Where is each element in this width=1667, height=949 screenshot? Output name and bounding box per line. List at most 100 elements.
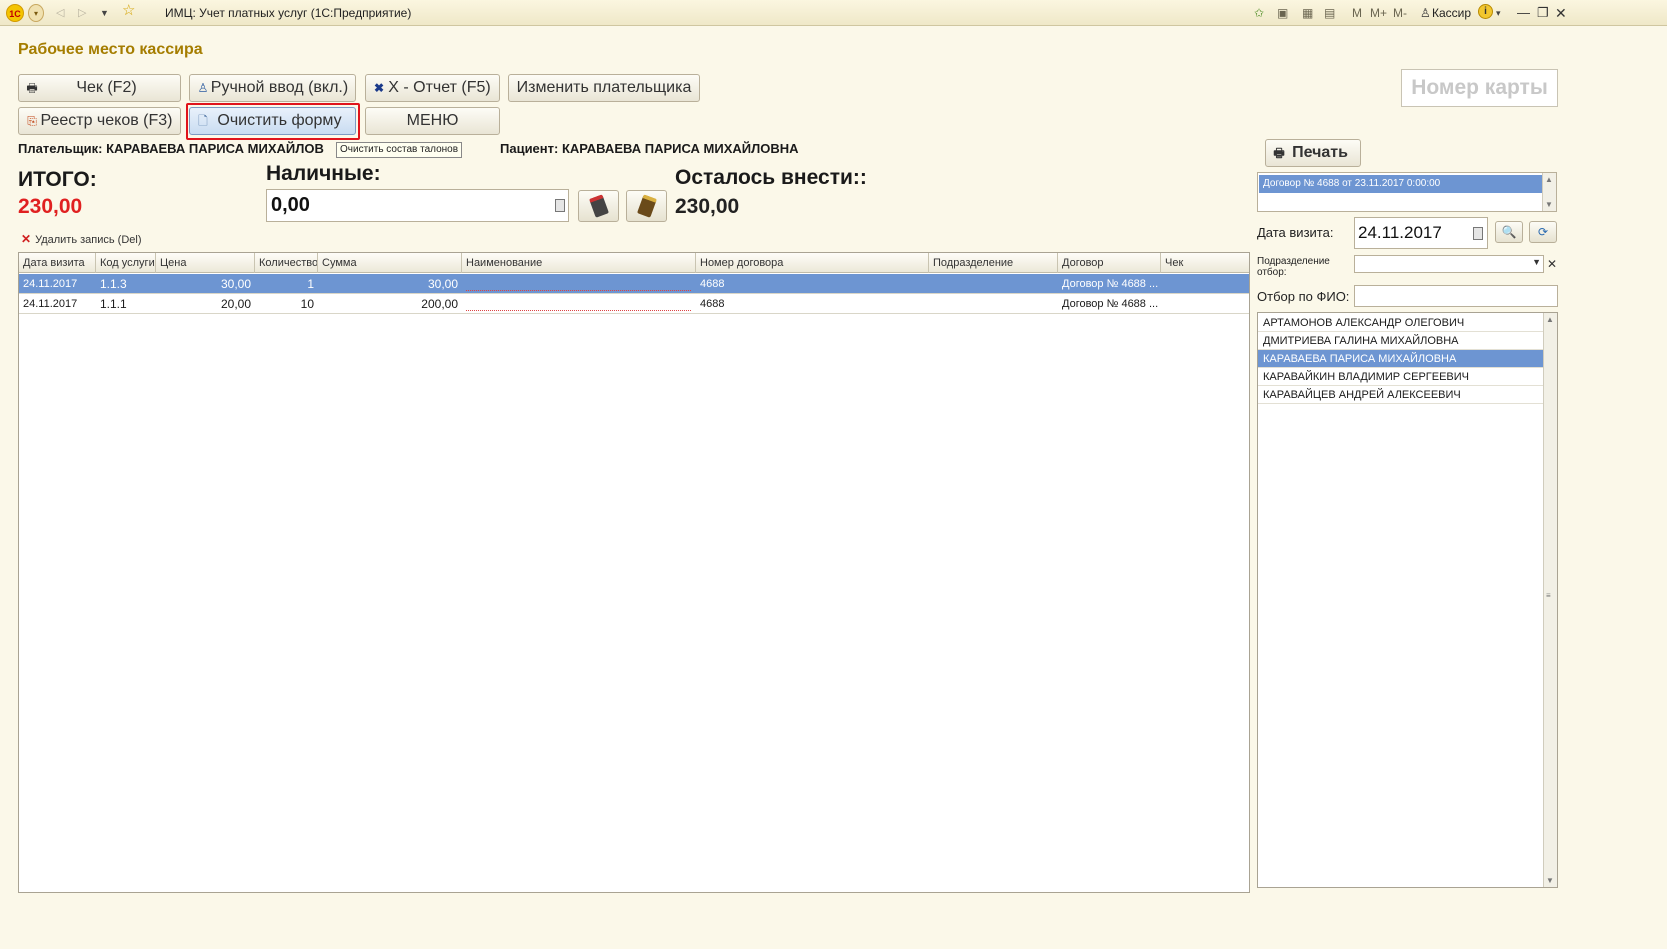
cell-contract-number: 4688 [700, 298, 725, 310]
cell-sum: 200,00 [421, 297, 458, 311]
receipt-registry-button[interactable]: ⎘ Реестр чеков (F3) [18, 107, 181, 135]
memory-m-plus-button[interactable]: M+ [1370, 4, 1387, 22]
change-payer-button[interactable]: Изменить плательщика [508, 74, 700, 102]
list-item[interactable]: ДМИТРИЕВА ГАЛИНА МИХАЙЛОВНА [1258, 332, 1544, 350]
scroll-down-icon[interactable]: ▼ [1546, 876, 1554, 885]
payer-label: Плательщик: КАРАВАЕВА ПАРИСА МИХАЙЛОВ [18, 141, 324, 156]
col-quantity[interactable]: Количество [255, 253, 318, 273]
patients-list[interactable]: АРТАМОНОВ АЛЕКСАНДР ОЛЕГОВИЧ ДМИТРИЕВА Г… [1257, 312, 1558, 888]
col-visit-date[interactable]: Дата визита [19, 253, 96, 273]
receipt-button[interactable]: 🖶 Чек (F2) [18, 74, 181, 102]
scroll-up-icon[interactable]: ▲ [1545, 175, 1553, 184]
cell-code: 1.1.3 [100, 277, 127, 291]
history-dropdown-icon[interactable]: ▼ [100, 4, 109, 22]
col-name[interactable]: Наименование [462, 253, 696, 273]
info-dropdown-icon[interactable]: ▾ [1496, 4, 1501, 22]
form-title: Рабочее место кассира [18, 41, 203, 58]
cell-contract: Договор № 4688 ... [1062, 278, 1159, 290]
cell-name [462, 294, 696, 314]
calculator-icon[interactable] [555, 199, 565, 212]
back-arrow-icon[interactable]: ◁ [56, 4, 64, 22]
clear-form-button[interactable]: 🗋 Очистить форму [189, 107, 356, 135]
list-item[interactable]: КАРАВАЙКИН ВЛАДИМИР СЕРГЕЕВИЧ [1258, 368, 1544, 386]
delete-record-button[interactable]: ✕ Удалить запись (Del) [21, 232, 142, 246]
col-contract[interactable]: Договор [1058, 253, 1161, 273]
cell-sum: 30,00 [427, 277, 458, 291]
contract-item[interactable]: Договор № 4688 от 23.11.2017 0:00:00 [1259, 175, 1543, 193]
clear-filter-icon[interactable]: ✕ [1546, 255, 1558, 273]
cell-name [462, 274, 696, 294]
contracts-scrollbar[interactable]: ▲ ▼ [1542, 173, 1556, 211]
search-icon: 🔍 [1501, 225, 1517, 239]
services-table[interactable]: Дата визита Код услуги Цена Количество С… [18, 252, 1250, 893]
chevron-down-icon[interactable]: ▼ [1532, 257, 1541, 267]
patients-scrollbar[interactable]: ▲ ≡ ▼ [1543, 313, 1557, 887]
x-report-button[interactable]: ✖ X - Отчет (F5) [365, 74, 500, 102]
title-bar: 1C ▾ ◁ ▷ ▼ ☆ ИМЦ: Учет платных услуг (1С… [0, 0, 1667, 26]
remaining-label: Осталось внести:: [675, 166, 867, 189]
department-filter-select[interactable]: ▼ [1354, 255, 1544, 273]
list-item[interactable]: АРТАМОНОВ АЛЕКСАНДР ОЛЕГОВИЧ [1258, 314, 1544, 332]
col-contract-number[interactable]: Номер договора [696, 253, 929, 273]
cell-price: 20,00 [220, 297, 251, 311]
remaining-value: 230,00 [675, 195, 740, 218]
card-number-field[interactable]: Номер карты [1401, 69, 1558, 107]
fio-filter-input[interactable] [1354, 285, 1558, 307]
cell-date: 24.11.2017 [23, 278, 78, 290]
card-terminal-button[interactable] [578, 190, 619, 222]
menu-button[interactable]: МЕНЮ [365, 107, 500, 135]
cash-label: Наличные: [266, 162, 381, 185]
forward-arrow-icon[interactable]: ▷ [78, 4, 86, 22]
current-user-label[interactable]: Кассир [1432, 4, 1471, 22]
cell-quantity: 10 [300, 297, 314, 311]
pos-terminal-button[interactable] [626, 190, 667, 222]
search-date-button[interactable]: 🔍 [1495, 221, 1523, 243]
col-receipt[interactable]: Чек [1161, 253, 1249, 273]
pos-terminal-icon [636, 194, 657, 218]
table-row[interactable]: 24.11.2017 1.1.1 20,00 10 200,00 4688 До… [19, 294, 1249, 314]
memory-m-button[interactable]: M [1352, 4, 1362, 22]
col-department[interactable]: Подразделение [929, 253, 1058, 273]
manual-input-button[interactable]: ♙ Ручной ввод (вкл.) [189, 74, 356, 102]
refresh-icon: ⟳ [1537, 225, 1549, 239]
close-icon[interactable]: ✕ [1555, 4, 1567, 22]
memory-m-minus-button[interactable]: M- [1393, 4, 1407, 22]
table-row[interactable]: 24.11.2017 1.1.3 30,00 1 30,00 4688 Дого… [19, 274, 1249, 294]
col-service-code[interactable]: Код услуги [96, 253, 156, 273]
minimize-icon[interactable]: — [1517, 4, 1530, 22]
print-button[interactable]: 🖶 Печать [1265, 139, 1361, 167]
calendar-icon[interactable] [1473, 227, 1483, 240]
scroll-thumb-icon[interactable]: ≡ [1546, 591, 1551, 600]
visit-date-label: Дата визита: [1257, 225, 1334, 240]
cash-input[interactable]: 0,00 [266, 189, 569, 222]
main-menu-dropdown-icon[interactable]: ▾ [28, 4, 44, 22]
name-underline [466, 310, 691, 311]
col-sum[interactable]: Сумма [318, 253, 462, 273]
list-item[interactable]: КАРАВАЙЦЕВ АНДРЕЙ АЛЕКСЕЕВИЧ [1258, 386, 1544, 404]
calendar-icon[interactable]: ▤ [1324, 4, 1335, 22]
contracts-list[interactable]: Договор № 4688 от 23.11.2017 0:00:00 ▲ ▼ [1257, 172, 1557, 212]
list-item[interactable]: КАРАВАЕВА ПАРИСА МИХАЙЛОВНА [1258, 350, 1544, 368]
cell-contract-number: 4688 [700, 278, 725, 290]
scroll-up-icon[interactable]: ▲ [1546, 315, 1554, 324]
x-report-icon: ✖ [373, 81, 385, 95]
favorites-star-icon[interactable]: ☆ [122, 2, 135, 20]
bookmark-icon[interactable]: ▣ [1277, 4, 1288, 22]
restore-icon[interactable]: ❐ [1537, 4, 1549, 22]
patient-label: Пациент: КАРАВАЕВА ПАРИСА МИХАЙЛОВНА [500, 141, 799, 156]
visit-date-input[interactable]: 24.11.2017 [1354, 217, 1488, 249]
department-filter-label: Подразделение отбор: [1257, 256, 1330, 278]
add-favorite-icon[interactable]: ✩ [1254, 4, 1264, 22]
printer-icon: 🖶 [26, 81, 38, 95]
cell-code: 1.1.1 [100, 297, 127, 311]
card-terminal-icon [588, 194, 609, 218]
refresh-button[interactable]: ⟳ [1529, 221, 1557, 243]
info-icon[interactable]: i [1478, 4, 1493, 19]
calculator-icon[interactable]: ▦ [1302, 4, 1313, 22]
scroll-down-icon[interactable]: ▼ [1545, 200, 1553, 209]
blank-document-icon: 🗋 [198, 114, 208, 128]
cell-date: 24.11.2017 [23, 298, 78, 310]
1c-logo-icon[interactable]: 1C [6, 4, 24, 22]
col-price[interactable]: Цена [156, 253, 255, 273]
cell-receipt [1161, 274, 1249, 294]
